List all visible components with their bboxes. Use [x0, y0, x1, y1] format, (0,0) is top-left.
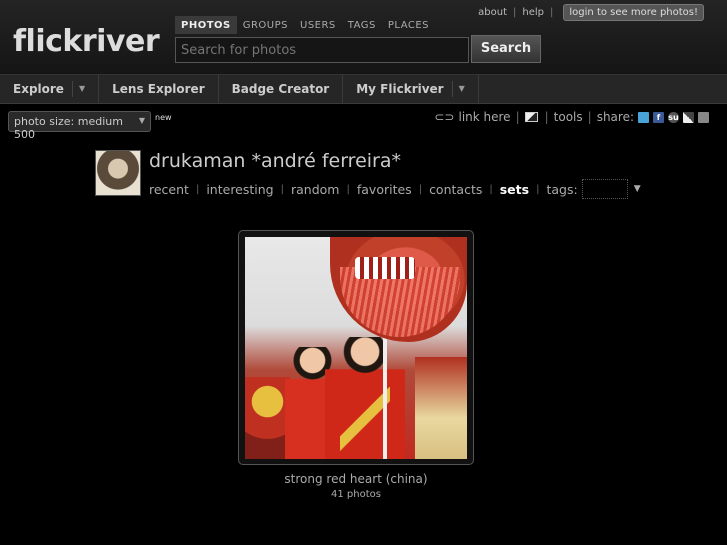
- separator: |: [346, 183, 350, 195]
- tab-photos[interactable]: PHOTOS: [175, 16, 237, 34]
- separator: |: [587, 110, 592, 124]
- user-nav-contacts[interactable]: contacts: [429, 182, 482, 197]
- tags-input[interactable]: [581, 179, 628, 199]
- user-nav-interesting[interactable]: interesting: [206, 182, 273, 197]
- nav-my-flickriver-label[interactable]: My Flickriver: [356, 82, 443, 96]
- separator: |: [489, 183, 493, 195]
- new-badge: new: [155, 113, 172, 122]
- nav-my-flickriver[interactable]: My Flickriver ▼: [343, 75, 479, 103]
- main-nav: Explore ▼ Lens Explorer Badge Creator My…: [0, 74, 727, 104]
- dragon-teeth-shape: [355, 257, 415, 279]
- delicious-icon[interactable]: [683, 111, 694, 123]
- user-nav-favorites[interactable]: favorites: [357, 182, 412, 197]
- chevron-down-icon[interactable]: ▼: [451, 81, 465, 97]
- link-icon: ⊂⊃: [434, 110, 455, 124]
- user-nav-sets[interactable]: sets: [500, 182, 529, 197]
- contrast-icon[interactable]: [524, 112, 538, 122]
- search-input[interactable]: [175, 37, 469, 63]
- puzzle-icon[interactable]: [698, 111, 709, 123]
- nav-explore-label[interactable]: Explore: [13, 82, 64, 96]
- chevron-down-icon[interactable]: ▼: [71, 81, 85, 97]
- chevron-down-icon[interactable]: ▼: [634, 184, 641, 194]
- photo-image[interactable]: [245, 237, 467, 459]
- lion-shape: [245, 377, 290, 459]
- flickriver-logo[interactable]: flickriver: [13, 24, 160, 59]
- separator: |: [544, 110, 549, 124]
- separator: |: [418, 183, 423, 195]
- nav-badge-creator[interactable]: Badge Creator: [219, 75, 344, 103]
- photo-size-value: photo size: medium 500: [14, 115, 123, 141]
- stumbleupon-icon[interactable]: su: [668, 111, 679, 123]
- share-label: share:: [596, 110, 634, 124]
- facebook-icon[interactable]: f: [653, 111, 664, 123]
- user-nav-random[interactable]: random: [291, 182, 339, 197]
- tools-link[interactable]: tools: [554, 110, 583, 124]
- nav-badge-creator-label[interactable]: Badge Creator: [232, 82, 330, 96]
- separator: |: [195, 183, 200, 195]
- chevron-down-icon: ▼: [138, 116, 145, 125]
- help-link[interactable]: help: [522, 7, 544, 18]
- separator: |: [536, 183, 540, 195]
- twitter-icon[interactable]: [638, 111, 649, 123]
- user-nav-tags-label: tags:: [546, 181, 578, 197]
- nav-explore[interactable]: Explore ▼: [0, 75, 100, 103]
- login-button[interactable]: login to see more photos!: [563, 4, 704, 21]
- separator: |: [280, 183, 284, 195]
- tools-bar: ⊂⊃ link here | | tools | share: f su: [434, 110, 709, 124]
- photo-set-title[interactable]: strong red heart (china): [238, 472, 474, 486]
- tab-tags[interactable]: TAGS: [342, 16, 382, 34]
- photo-size-select[interactable]: photo size: medium 500 ▼: [8, 111, 151, 141]
- user-nav-recent[interactable]: recent: [149, 182, 189, 197]
- top-links: about | help | login to see more photos!: [478, 4, 704, 21]
- search-tabs: PHOTOS GROUPS USERS TAGS PLACES: [175, 16, 435, 34]
- separator: |: [550, 7, 554, 18]
- search-button[interactable]: Search: [471, 35, 541, 63]
- nav-lens-explorer[interactable]: Lens Explorer: [99, 75, 219, 103]
- site-header: flickriver about | help | login to see m…: [0, 0, 727, 74]
- tab-users[interactable]: USERS: [294, 16, 342, 34]
- background-shape: [415, 357, 467, 459]
- separator: |: [515, 110, 520, 124]
- page-title[interactable]: drukaman *andré ferreira*: [149, 150, 401, 172]
- user-nav: recent | interesting | random | favorite…: [149, 179, 641, 199]
- separator: |: [513, 7, 517, 18]
- nav-lens-explorer-label[interactable]: Lens Explorer: [112, 82, 205, 96]
- tab-groups[interactable]: GROUPS: [237, 16, 294, 34]
- photo-set-thumbnail[interactable]: [238, 230, 474, 465]
- avatar[interactable]: [95, 150, 141, 196]
- link-here-link[interactable]: link here: [458, 110, 510, 124]
- about-link[interactable]: about: [478, 7, 507, 18]
- photo-set-count: 41 photos: [331, 489, 381, 500]
- tab-places[interactable]: PLACES: [382, 16, 435, 34]
